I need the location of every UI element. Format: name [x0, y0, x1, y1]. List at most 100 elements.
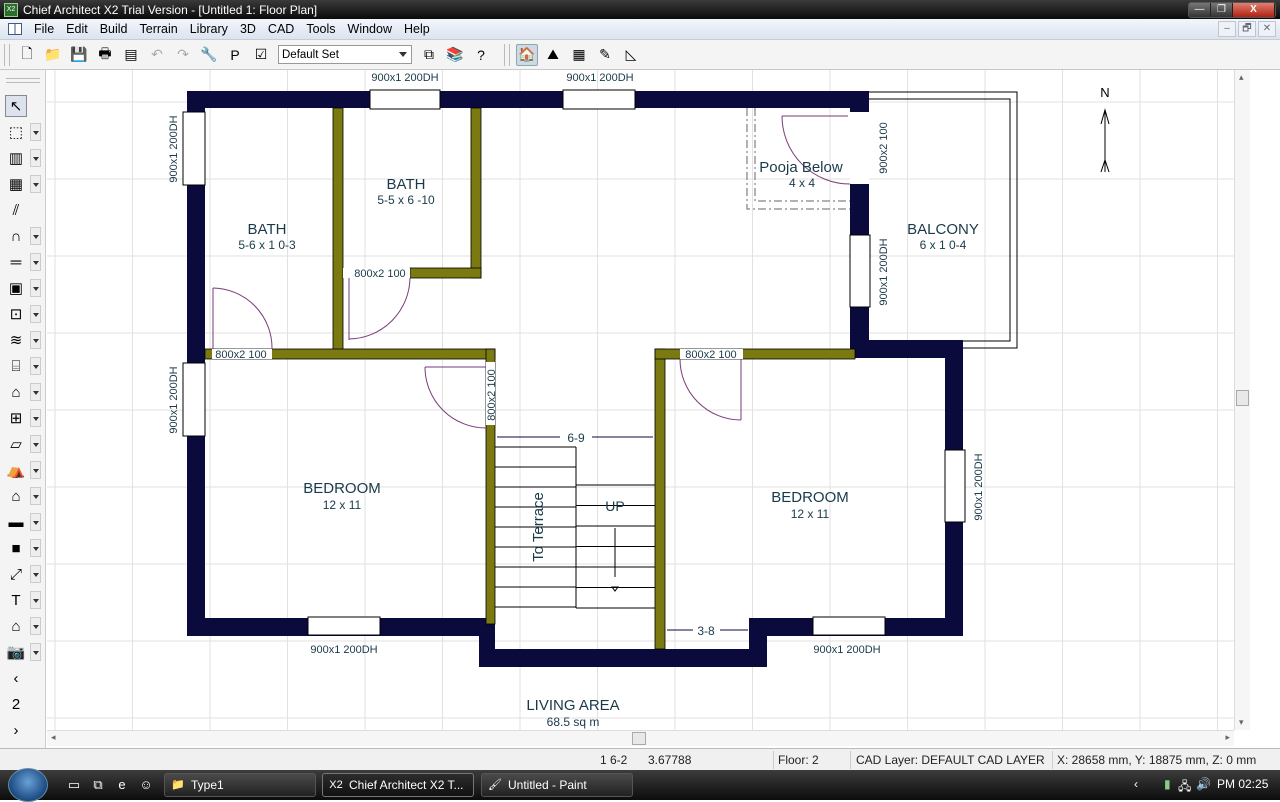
toolbar-grip[interactable]	[4, 43, 10, 66]
chevron-down-icon[interactable]	[30, 591, 41, 609]
text-tool-icon[interactable]: T	[5, 589, 27, 611]
room-name[interactable]: BEDROOM	[771, 489, 849, 506]
chevron-down-icon[interactable]	[30, 305, 41, 323]
internet-explorer-icon[interactable]: e	[114, 777, 130, 793]
taskbar-button[interactable]: 📁 Type1	[164, 773, 316, 797]
restore-button[interactable]: ❐	[1211, 2, 1233, 17]
electrical-outlet-icon[interactable]: ⊡	[5, 303, 27, 325]
battery-icon[interactable]: ▮	[1164, 777, 1171, 791]
taskbar-button[interactable]: X2 Chief Architect X2 T...	[322, 773, 474, 797]
chevron-down-icon[interactable]	[30, 279, 41, 297]
vertical-scroll-thumb[interactable]	[1236, 390, 1249, 406]
volume-icon[interactable]: 🔊	[1196, 777, 1211, 791]
cabinet-tool-icon[interactable]: ▣	[5, 277, 27, 299]
menu-build[interactable]: Build	[94, 22, 134, 36]
chevron-down-icon[interactable]	[30, 409, 41, 427]
document-menu-icon[interactable]	[8, 23, 22, 35]
room-tool-icon[interactable]: ⬚	[5, 121, 27, 143]
toolbar-grip[interactable]	[504, 43, 510, 66]
menu-library[interactable]: Library	[184, 22, 234, 36]
menu-file[interactable]: File	[28, 22, 60, 36]
room-name[interactable]: BATH	[387, 176, 426, 193]
chevron-down-icon[interactable]	[30, 357, 41, 375]
layer-set-select[interactable]: Default Set	[278, 45, 412, 64]
open-folder-icon[interactable]: 📁	[42, 44, 64, 66]
menu-terrain[interactable]: Terrain	[134, 22, 184, 36]
floor-plan-canvas[interactable]: N BATH 5-6 x 1 0-3 BATH 5-5 x 6 -10 Pooj…	[47, 70, 1234, 730]
menu-tools[interactable]: Tools	[300, 22, 341, 36]
room-name[interactable]: LIVING AREA	[526, 697, 619, 714]
floor-down-icon[interactable]: ‹	[5, 667, 27, 689]
scroll-right-icon[interactable]: ▸	[1225, 732, 1230, 743]
clock[interactable]: PM 02:25	[1217, 777, 1268, 791]
chevron-down-icon[interactable]	[30, 227, 41, 245]
document-minimize-button[interactable]: –	[1218, 21, 1236, 37]
vertical-scrollbar[interactable]: ▴ ▾	[1234, 70, 1250, 730]
menu-3d[interactable]: 3D	[234, 22, 262, 36]
new-icon[interactable]: 🗋	[16, 44, 38, 66]
chevron-down-icon[interactable]	[30, 643, 41, 661]
cross-section-icon[interactable]: ▦	[568, 44, 590, 66]
save-icon[interactable]: 💾	[68, 44, 90, 66]
redo-icon[interactable]: ↷	[172, 44, 194, 66]
roof-tool-icon[interactable]: ⌂	[5, 381, 27, 403]
room-name[interactable]: BEDROOM	[303, 480, 381, 497]
floor-plan-drawing[interactable]: N BATH 5-6 x 1 0-3 BATH 5-5 x 6 -10 Pooj…	[47, 70, 1234, 730]
shed-roof-icon[interactable]: ⛺	[5, 459, 27, 481]
floor-number-label[interactable]: 2	[5, 693, 27, 715]
chevron-down-icon[interactable]	[30, 487, 41, 505]
start-button[interactable]	[8, 768, 48, 802]
document-restore-button[interactable]: 🗗	[1238, 21, 1256, 37]
help-icon[interactable]: ?	[470, 44, 492, 66]
floor-up-icon[interactable]: ›	[5, 719, 27, 741]
layer-display-icon[interactable]: ⧉	[418, 44, 440, 66]
chevron-down-icon[interactable]	[30, 331, 41, 349]
dimension-tool-icon[interactable]: ⤢	[5, 563, 27, 585]
room-name[interactable]: BALCONY	[907, 221, 979, 238]
wall-tool-icon[interactable]: ▥	[5, 147, 27, 169]
railing-tool-icon[interactable]: ▦	[5, 173, 27, 195]
deck-tool-icon[interactable]: ▱	[5, 433, 27, 455]
library-books-icon[interactable]: 📚	[444, 44, 466, 66]
elevation-tool-icon[interactable]: ⌸	[5, 355, 27, 377]
tray-expand-icon[interactable]: ‹	[1134, 777, 1138, 791]
stairs-tool-icon[interactable]: ≋	[5, 329, 27, 351]
horizontal-scrollbar[interactable]: ◂ ▸	[47, 730, 1234, 746]
chevron-down-icon[interactable]	[30, 435, 41, 453]
plan-defaults-icon[interactable]: P	[224, 44, 246, 66]
house-tool-icon[interactable]: ⌂	[5, 485, 27, 507]
3d-box-icon[interactable]: ■	[5, 537, 27, 559]
scroll-up-icon[interactable]: ▴	[1239, 72, 1244, 83]
layout-icon[interactable]: ◺	[620, 44, 642, 66]
chevron-down-icon[interactable]	[30, 513, 41, 531]
palette-grip[interactable]	[6, 78, 40, 83]
chevron-down-icon[interactable]	[30, 123, 41, 141]
undo-icon[interactable]: ↶	[146, 44, 168, 66]
floor-plan-view-icon[interactable]: 🏠	[516, 43, 538, 66]
scroll-down-icon[interactable]: ▾	[1239, 717, 1244, 728]
menu-edit[interactable]: Edit	[60, 22, 94, 36]
horizontal-scroll-thumb[interactable]	[632, 732, 646, 745]
slab-tool-icon[interactable]: ▬	[5, 511, 27, 533]
chevron-down-icon[interactable]	[30, 539, 41, 557]
switch-windows-icon[interactable]: ⧉	[90, 777, 106, 793]
cad-detail-icon[interactable]: ✎	[594, 44, 616, 66]
close-button[interactable]: X	[1233, 2, 1275, 17]
chevron-down-icon[interactable]	[30, 617, 41, 635]
messenger-smiley-icon[interactable]: ☺	[138, 777, 154, 793]
room-name[interactable]: BATH	[248, 221, 287, 238]
chevron-down-icon[interactable]	[30, 383, 41, 401]
camera-icon[interactable]: 📷	[5, 641, 27, 663]
plot-icon[interactable]: ▤	[120, 44, 142, 66]
menu-help[interactable]: Help	[398, 22, 436, 36]
chevron-down-icon[interactable]	[30, 149, 41, 167]
chevron-down-icon[interactable]	[30, 461, 41, 479]
document-close-button[interactable]: ✕	[1258, 21, 1276, 37]
preferences-wrench-icon[interactable]: 🔧	[198, 44, 220, 66]
select-objects-icon[interactable]: ↖	[5, 95, 27, 117]
window-tool-icon[interactable]: ═	[5, 251, 27, 273]
framing-tool-icon[interactable]: ⊞	[5, 407, 27, 429]
door-tool-icon[interactable]: ∩	[5, 225, 27, 247]
minimize-button[interactable]: —	[1189, 2, 1211, 17]
chevron-down-icon[interactable]	[30, 253, 41, 271]
